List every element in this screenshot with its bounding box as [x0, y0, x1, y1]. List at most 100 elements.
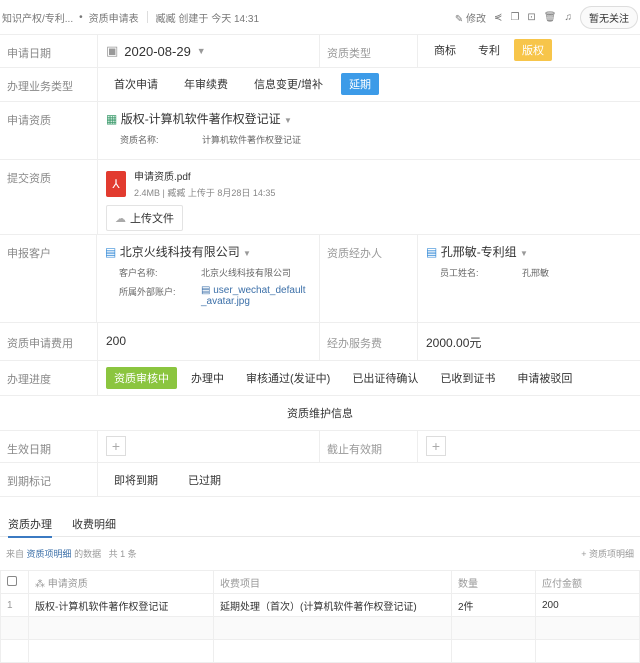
expiry-label: 截止有效期 — [320, 431, 418, 462]
cloud-upload-icon: ☁ — [115, 212, 126, 225]
follow-button[interactable]: 暂无关注 — [580, 5, 638, 29]
client-name-key: 客户名称: — [119, 268, 158, 278]
from-label: 来自 — [6, 549, 25, 559]
pdf-icon: ⅄ — [106, 170, 126, 197]
cell-qual: 版权-计算机软件著作权登记证 — [28, 593, 214, 617]
file-meta: 2.4MB | 臧臧 上传于 8月28日 14:35 — [134, 188, 276, 198]
date-label: 申请日期 — [0, 35, 98, 67]
type-option-trademark[interactable]: 商标 — [426, 39, 464, 61]
cell-amount: 200 — [535, 593, 640, 617]
progress-option[interactable]: 申请被驳回 — [509, 367, 580, 389]
client-select[interactable]: ▤ 北京火线科技有限公司 ▼ — [105, 243, 311, 260]
type-option-copyright[interactable]: 版权 — [514, 39, 552, 61]
record-count: 共 1 条 — [108, 549, 137, 559]
caret-down-icon: ▼ — [243, 249, 251, 258]
type-option-patent[interactable]: 专利 — [470, 39, 508, 61]
creator: 臧臧 — [155, 13, 176, 25]
add-expiry-date-button[interactable]: + — [426, 436, 446, 456]
trash-icon[interactable]: 🗑 — [544, 12, 557, 23]
table-row[interactable]: 1 版权-计算机软件著作权登记证 延期处理（首次）(计算机软件著作权登记证) 2件 20… — [0, 593, 640, 617]
form-name[interactable]: 资质申请表 — [89, 10, 139, 25]
file-attachment[interactable]: ⅄ 申请资质.pdf 2.4MB | 臧臧 上传于 8月28日 14:35 — [106, 168, 632, 199]
progress-option[interactable]: 已收到证书 — [432, 367, 503, 389]
qual-name-key: 资质名称: — [120, 135, 159, 145]
col-header[interactable]: 数量 — [451, 570, 536, 594]
biz-option[interactable]: 年审续费 — [176, 73, 236, 95]
service-label: 经办服务费 — [320, 323, 418, 360]
qual-label: 申请资质 — [0, 102, 98, 159]
cell-qty: 2件 — [451, 593, 536, 617]
progress-option[interactable]: 审核通过(发证中) — [238, 367, 338, 389]
staff-key: 员工姓名: — [440, 268, 479, 278]
date-picker[interactable]: ▣ 2020-08-29 ▼ — [98, 35, 320, 67]
edit-label: 修改 — [466, 13, 487, 25]
copy-icon[interactable]: ❐ — [510, 12, 519, 23]
record-icon: ▤ — [201, 285, 211, 296]
add-effective-date-button[interactable]: + — [106, 436, 126, 456]
biz-option[interactable]: 信息变更/增补 — [246, 73, 331, 95]
mark-option[interactable]: 已过期 — [180, 469, 229, 491]
record-icon: ▤ — [426, 245, 438, 259]
type-label: 资质类型 — [320, 35, 418, 67]
calendar-icon: ▣ — [106, 43, 119, 58]
empty-row — [0, 639, 640, 663]
fee-label: 资质申请费用 — [0, 323, 98, 360]
qual-value: 版权-计算机软件著作权登记证 — [120, 112, 281, 126]
progress-label: 办理进度 — [0, 361, 98, 395]
tree-icon: ⁂ — [35, 578, 45, 590]
fee-value[interactable]: 200 — [98, 323, 320, 360]
caret-down-icon: ▼ — [284, 116, 292, 125]
col-header[interactable]: 收费项目 — [213, 570, 452, 594]
empty-row — [0, 616, 640, 640]
detail-table: ⁂ 申请资质 收费项目 数量 应付金额 1 版权-计算机软件著作权登记证 延期处理（… — [0, 570, 640, 663]
suffix-label: 的数据 — [74, 549, 102, 559]
effective-label: 生效日期 — [0, 431, 98, 462]
date-value: 2020-08-29 — [124, 43, 191, 59]
record-icon: ▤ — [105, 245, 117, 259]
qual-name-value: 计算机软件著作权登记证 — [202, 135, 302, 145]
progress-option[interactable]: 已出证待确认 — [344, 367, 426, 389]
biz-option[interactable]: 首次申请 — [106, 73, 166, 95]
add-item-button[interactable]: + 资质项明细 — [581, 547, 634, 560]
data-source: 来自 资质项明细 的数据 共 1 条 — [6, 547, 137, 560]
caret-down-icon: ▼ — [196, 46, 206, 56]
client-name-value: 北京火线科技有限公司 — [201, 268, 292, 278]
qual-select[interactable]: ▦ 版权-计算机软件著作权登记证 ▼ — [106, 110, 632, 127]
tab-bar: 资质办理 收费明细 — [0, 511, 640, 538]
staff-value: 孔邢敏 — [522, 268, 550, 278]
lock-icon[interactable]: ⊡ — [527, 12, 535, 23]
account-link[interactable]: ▤ user_wechat_default_avatar.jpg — [201, 285, 311, 307]
breadcrumb[interactable]: 知识产权/专利... — [2, 10, 73, 25]
source-link[interactable]: 资质项明细 — [27, 549, 72, 559]
biz-option-selected[interactable]: 延期 — [341, 73, 380, 95]
client-value: 北京火线科技有限公司 — [119, 245, 240, 259]
pencil-icon: ✎ — [454, 13, 464, 25]
upload-label: 上传文件 — [130, 213, 174, 225]
mark-option[interactable]: 即将到期 — [106, 469, 166, 491]
cell-item: 延期处理（首次）(计算机软件著作权登记证) — [213, 593, 452, 617]
progress-option[interactable]: 办理中 — [183, 367, 232, 389]
account-value: user_wechat_default_avatar.jpg — [201, 285, 306, 307]
created-time: 今天 14:31 — [211, 13, 260, 25]
share-icon[interactable]: ⋞ — [494, 12, 502, 23]
agent-select[interactable]: ▤ 孔邢敏-专利组 ▼ — [426, 243, 632, 260]
col-header[interactable]: 申请资质 — [48, 579, 88, 590]
progress-option-selected[interactable]: 资质审核中 — [106, 367, 177, 389]
table-icon: ▦ — [106, 112, 118, 126]
upload-button[interactable]: ☁ 上传文件 — [106, 205, 183, 231]
tab-fee-detail[interactable]: 收费明细 — [72, 516, 116, 532]
agent-value: 孔邢敏-专利组 — [440, 245, 517, 259]
section-header: 资质维护信息 — [0, 396, 640, 431]
file-name: 申请资质.pdf — [134, 172, 191, 183]
select-all-checkbox[interactable] — [7, 575, 17, 586]
submit-label: 提交资质 — [0, 160, 98, 234]
service-value[interactable]: 2000.00元 — [418, 323, 640, 360]
tab-qual-process[interactable]: 资质办理 — [8, 516, 52, 538]
row-number: 1 — [0, 593, 29, 617]
bell-icon[interactable]: ♫ — [565, 12, 573, 23]
edit-button[interactable]: ✎ 修改 — [455, 10, 486, 25]
agent-label: 资质经办人 — [320, 235, 418, 322]
caret-down-icon: ▼ — [520, 249, 528, 258]
col-header[interactable]: 应付金额 — [535, 570, 640, 594]
created-label: 创建于 — [178, 13, 209, 25]
